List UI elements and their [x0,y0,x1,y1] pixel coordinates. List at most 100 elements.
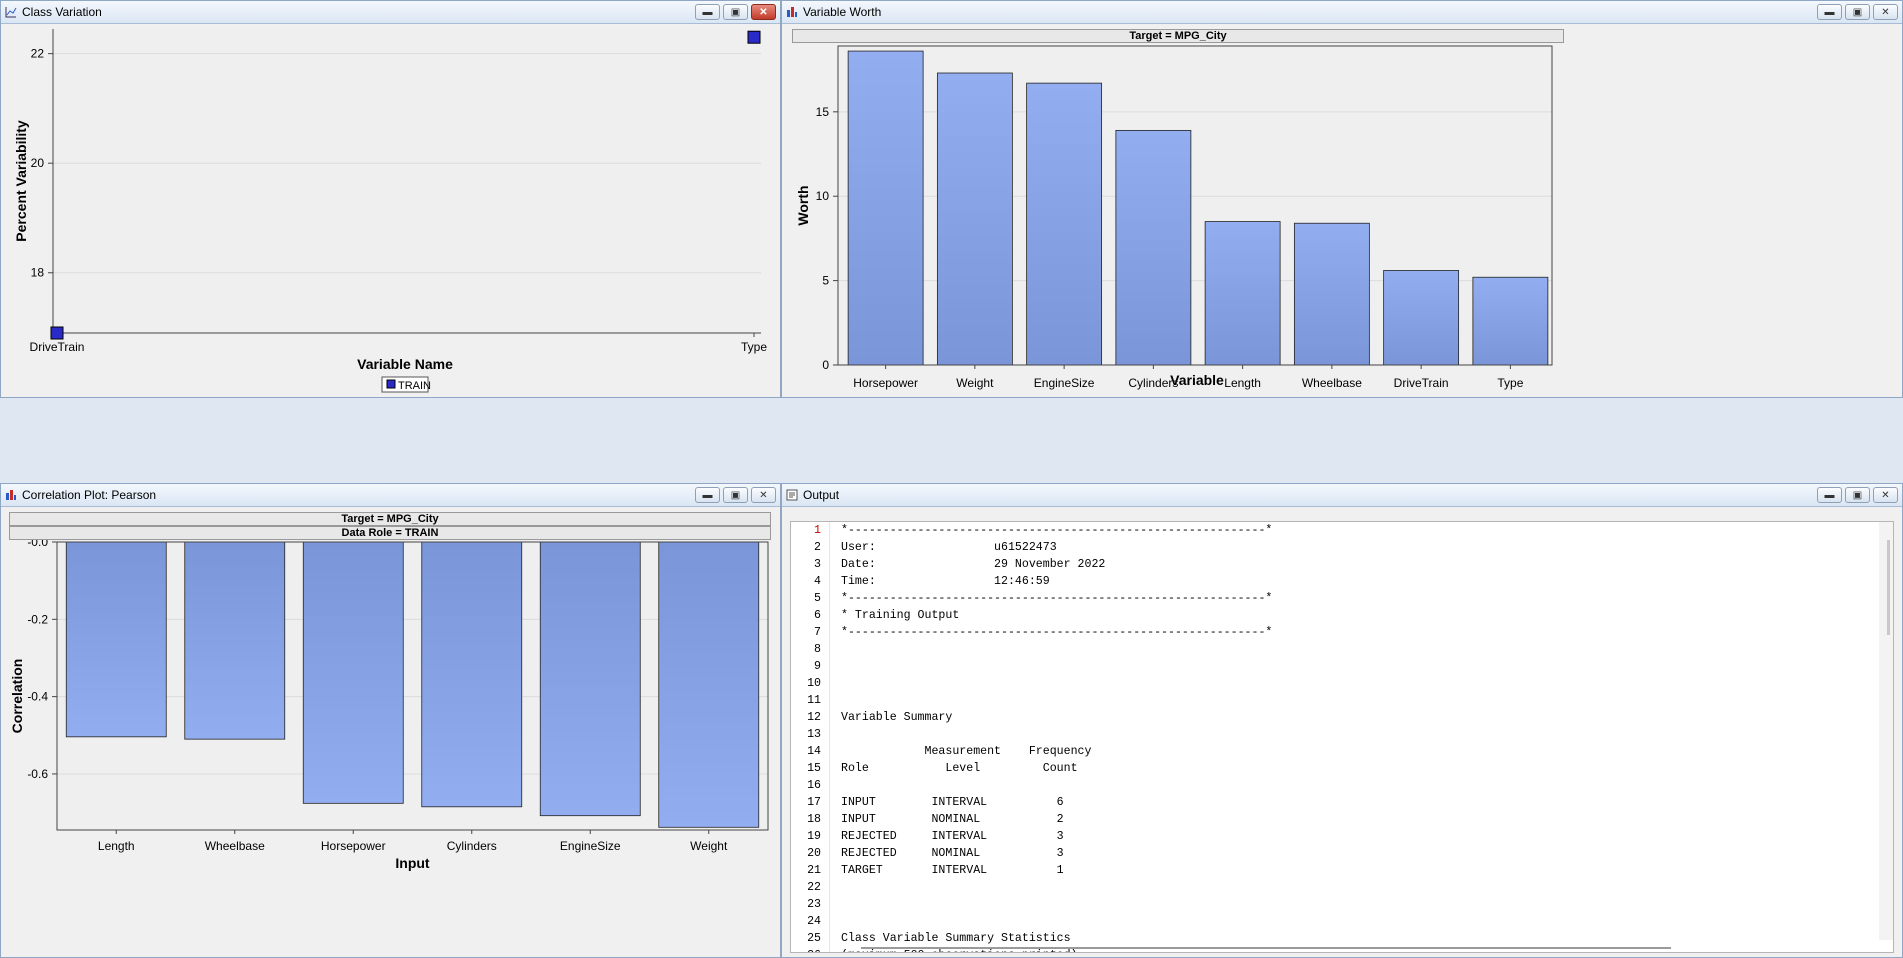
horizontal-scrollbar[interactable] [831,943,1879,952]
chart-header: Target = MPG_City [792,29,1564,43]
close-button[interactable]: ✕ [1873,487,1898,503]
bar-enginesize [539,541,641,817]
line-text: REJECTED NOMINAL 3 [841,847,1064,860]
y-tick-label: 18 [31,266,45,280]
x-tick-label: Type [1497,376,1523,390]
vertical-scroll-thumb[interactable] [1887,540,1890,635]
x-tick-label: Length [1224,376,1261,390]
y-tick-label: 15 [816,105,830,119]
output-line: 17 INPUT INTERVAL 6 [791,796,1873,813]
line-number: 13 [807,728,821,741]
bar-cylinders [1115,129,1192,366]
x-tick-label: Cylinders [447,839,497,853]
plot-area [53,29,761,333]
line-number: 11 [807,694,821,707]
x-tick-label: Horsepower [321,839,386,853]
line-number: 18 [807,813,821,826]
close-button[interactable]: ✕ [751,487,776,503]
close-button[interactable]: ✕ [1873,4,1898,20]
bar-wheelbase [184,541,286,740]
chart-header-data-role: Data Role = TRAIN [9,526,771,540]
y-tick-label: 20 [31,156,45,170]
correlation-plot-titlebar[interactable]: Correlation Plot: Pearson ▬ ▣ ✕ [1,484,780,507]
variable-worth-window: Variable Worth ▬ ▣ ✕ Target = MPG_City 0… [781,0,1903,398]
maximize-icon: ▣ [730,6,741,18]
variable-worth-titlebar[interactable]: Variable Worth ▬ ▣ ✕ [782,1,1902,24]
x-tick-label: Weight [690,839,728,853]
correlation-plot-window: Correlation Plot: Pearson ▬ ▣ ✕ Target =… [0,483,781,958]
output-line: 11 [791,694,1873,711]
output-line: 21 TARGET INTERVAL 1 [791,864,1873,881]
x-axis-title: Variable Name [357,356,453,372]
y-tick-label: 10 [816,189,830,203]
line-text: *---------------------------------------… [841,524,1273,537]
line-text: INPUT NOMINAL 2 [841,813,1064,826]
bar-length [1204,221,1281,366]
output-window-icon [786,489,798,501]
line-number: 24 [807,915,821,928]
output-line: 18 INPUT NOMINAL 2 [791,813,1873,830]
chart-header-target: Target = MPG_City [9,512,771,526]
line-number: 19 [807,830,821,843]
line-number: 5 [814,592,821,605]
x-tick-label: EngineSize [560,839,621,853]
minimize-button[interactable]: ▬ [1817,487,1842,503]
y-axis-title: Correlation [9,659,25,734]
bar-chart-window-icon [787,7,797,17]
output-line: 3 Date: 29 November 2022 [791,558,1873,575]
output-line: 8 [791,643,1873,660]
bar-length [65,541,167,738]
output-text-area[interactable]: 1 *--------------------------------------… [790,521,1894,953]
output-window: Output ▬ ▣ ✕ 1 *-------------------------… [781,483,1903,958]
bar-weight [936,72,1013,366]
maximize-button[interactable]: ▣ [723,4,748,20]
bar-horsepower [847,50,924,366]
maximize-button[interactable]: ▣ [1845,487,1870,503]
minimize-icon: ▬ [1824,6,1835,18]
y-tick-label: 22 [31,47,45,61]
output-line: 15 Role Level Count [791,762,1873,779]
legend-swatch [386,379,396,389]
output-line: 10 [791,677,1873,694]
output-line: 13 [791,728,1873,745]
x-axis-title: Variable [1170,372,1224,388]
close-icon: ✕ [1881,489,1890,501]
y-tick-label: 0 [822,358,829,372]
minimize-button[interactable]: ▬ [695,487,720,503]
x-tick-label: Wheelbase [205,839,265,853]
window-title: Output [803,488,840,502]
x-tick-label: DriveTrain [1394,376,1449,390]
line-text: *---------------------------------------… [841,592,1273,605]
maximize-button[interactable]: ▣ [1845,4,1870,20]
bar-horsepower [302,541,404,804]
x-tick-label: Weight [956,376,994,390]
bar-enginesize [1026,82,1103,366]
class-variation-titlebar[interactable]: Class Variation ▬ ▣ ✕ [1,1,780,24]
y-axis-title: Worth [795,185,811,225]
minimize-button[interactable]: ▬ [695,4,720,20]
y-tick-label: -0.6 [27,767,48,781]
vertical-scrollbar[interactable] [1879,522,1893,940]
line-number: 4 [814,575,821,588]
minimize-button[interactable]: ▬ [1817,4,1842,20]
line-number: 14 [807,745,821,758]
bar-weight [658,541,760,828]
output-line: 22 [791,881,1873,898]
line-number: 23 [807,898,821,911]
line-number: 10 [807,677,821,690]
maximize-button[interactable]: ▣ [723,487,748,503]
class-variation-window: Class Variation ▬ ▣ ✕ 22 20 18 DriveTrain Ty… [0,0,781,398]
output-titlebar[interactable]: Output ▬ ▣ ✕ [782,484,1902,507]
line-text: Variable Summary [841,711,953,724]
x-tick-label: Horsepower [853,376,918,390]
class-variation-chart: 22 20 18 DriveTrain Type Percent Variability V… [13,29,767,393]
line-text: Time: 12:46:59 [841,575,1050,588]
output-line: 19 REJECTED INTERVAL 3 [791,830,1873,847]
line-number: 8 [814,643,821,656]
window-title: Correlation Plot: Pearson [22,488,157,502]
output-line: 23 [791,898,1873,915]
horizontal-scroll-thumb[interactable] [861,947,1671,949]
line-text: REJECTED INTERVAL 3 [841,830,1064,843]
close-button[interactable]: ✕ [751,4,776,20]
line-number: 21 [807,864,821,877]
